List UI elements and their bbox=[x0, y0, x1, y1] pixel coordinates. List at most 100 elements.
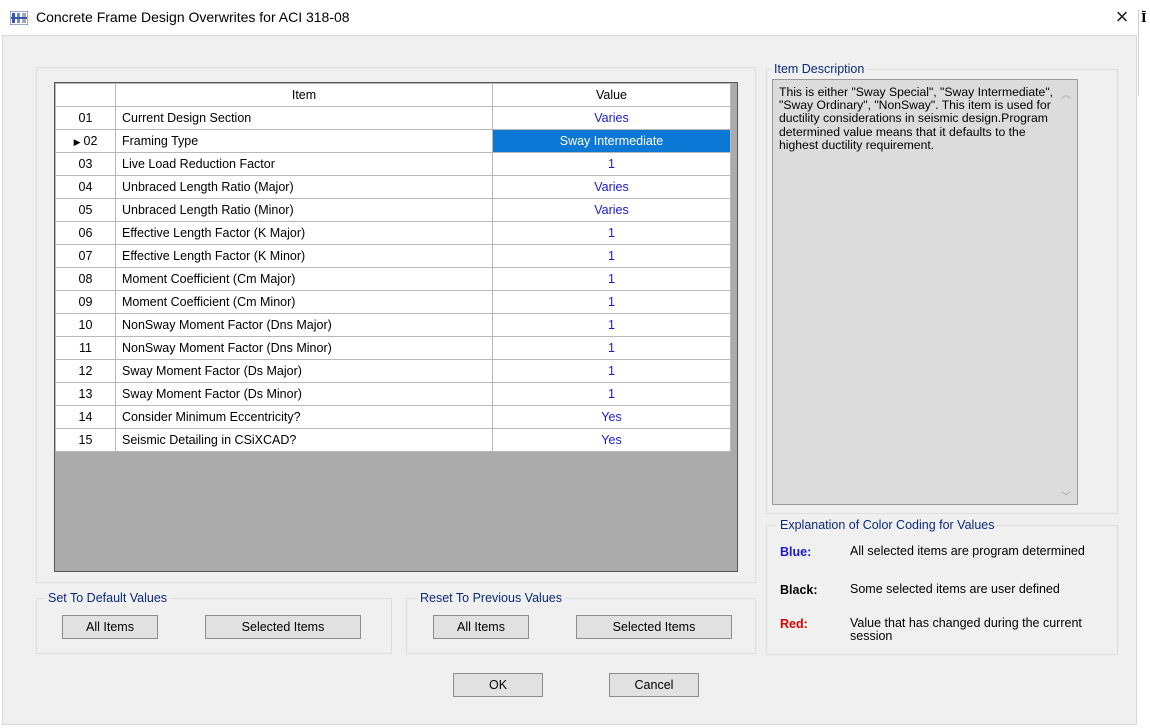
row-item: Framing Type bbox=[115, 129, 493, 153]
row-value[interactable]: 1 bbox=[492, 313, 731, 337]
row-value[interactable]: Varies bbox=[492, 106, 731, 130]
scroll-up-icon[interactable]: ︿ bbox=[1059, 86, 1073, 101]
legend-red-text: Value that has changed during the curren… bbox=[850, 616, 1082, 643]
overwrites-grid[interactable]: Item Value 01 Current Design Section Varie… bbox=[54, 82, 738, 572]
table-row[interactable]: 04 Unbraced Length Ratio (Major) Varies bbox=[55, 175, 731, 199]
row-number-text: 05 bbox=[78, 203, 93, 217]
row-item: Consider Minimum Eccentricity? bbox=[115, 405, 493, 429]
row-number-text: 09 bbox=[78, 295, 93, 309]
row-number: 09 bbox=[55, 290, 116, 314]
row-number-text: 10 bbox=[78, 318, 93, 332]
table-row[interactable]: 03 Live Load Reduction Factor 1 bbox=[55, 152, 731, 176]
table-row[interactable]: 08 Moment Coefficient (Cm Major) 1 bbox=[55, 267, 731, 291]
background-window-glyph: Ī bbox=[1141, 11, 1147, 25]
row-item: Effective Length Factor (K Major) bbox=[115, 221, 493, 245]
row-item: Sway Moment Factor (Ds Minor) bbox=[115, 382, 493, 406]
row-number-text: 12 bbox=[78, 364, 93, 378]
table-row[interactable]: 12 Sway Moment Factor (Ds Major) 1 bbox=[55, 359, 731, 383]
table-row[interactable]: 11 NonSway Moment Factor (Dns Minor) 1 bbox=[55, 336, 731, 360]
row-number: 13 bbox=[55, 382, 116, 406]
title-bar: Concrete Frame Design Overwrites for ACI… bbox=[0, 0, 1150, 34]
row-item: Moment Coefficient (Cm Major) bbox=[115, 267, 493, 291]
row-number: 08 bbox=[55, 267, 116, 291]
row-item: Effective Length Factor (K Minor) bbox=[115, 244, 493, 268]
scroll-down-icon[interactable]: ﹀ bbox=[1059, 488, 1073, 503]
header-item: Item bbox=[115, 83, 493, 107]
row-number: ▶ 02 bbox=[55, 129, 116, 153]
default-all-items-button[interactable]: All Items bbox=[62, 615, 158, 639]
row-value[interactable]: 1 bbox=[492, 382, 731, 406]
row-value[interactable]: Yes bbox=[492, 428, 731, 452]
row-value[interactable]: Yes bbox=[492, 405, 731, 429]
row-value[interactable]: 1 bbox=[492, 290, 731, 314]
table-row[interactable]: 15 Seismic Detailing in CSiXCAD? Yes bbox=[55, 428, 731, 452]
row-number-text: 03 bbox=[78, 157, 93, 171]
header-value: Value bbox=[492, 83, 731, 107]
item-description-label: Item Description bbox=[771, 62, 868, 76]
row-item: Seismic Detailing in CSiXCAD? bbox=[115, 428, 493, 452]
table-row[interactable]: 13 Sway Moment Factor (Ds Minor) 1 bbox=[55, 382, 731, 406]
row-value[interactable]: 1 bbox=[492, 267, 731, 291]
row-value[interactable]: Sway Intermediate bbox=[492, 129, 731, 153]
legend-blue-key: Blue: bbox=[780, 545, 812, 559]
table-row[interactable]: 05 Unbraced Length Ratio (Minor) Varies bbox=[55, 198, 731, 222]
item-description-text: This is either "Sway Special", "Sway Int… bbox=[779, 85, 1054, 152]
table-row[interactable]: 10 NonSway Moment Factor (Dns Major) 1 bbox=[55, 313, 731, 337]
row-number-text: 04 bbox=[78, 180, 93, 194]
row-item: Unbraced Length Ratio (Minor) bbox=[115, 198, 493, 222]
app-icon bbox=[10, 11, 28, 25]
row-number-text: 13 bbox=[78, 387, 93, 401]
row-number: 06 bbox=[55, 221, 116, 245]
cancel-button[interactable]: Cancel bbox=[609, 673, 699, 697]
row-value[interactable]: 1 bbox=[492, 359, 731, 383]
window-title: Concrete Frame Design Overwrites for ACI… bbox=[36, 9, 350, 25]
row-number-text: 01 bbox=[78, 111, 93, 125]
legend-black-key: Black: bbox=[780, 583, 818, 597]
table-row[interactable]: 01 Current Design Section Varies bbox=[55, 106, 731, 130]
item-description-box: This is either "Sway Special", "Sway Int… bbox=[772, 79, 1078, 505]
row-number-text: 11 bbox=[79, 341, 92, 355]
grid-header-row: Item Value bbox=[55, 83, 731, 107]
row-item: Sway Moment Factor (Ds Major) bbox=[115, 359, 493, 383]
reset-selected-items-button[interactable]: Selected Items bbox=[576, 615, 732, 639]
table-row[interactable]: 07 Effective Length Factor (K Minor) 1 bbox=[55, 244, 731, 268]
legend-blue-text: All selected items are program determine… bbox=[850, 544, 1085, 558]
reset-previous-label: Reset To Previous Values bbox=[417, 591, 565, 605]
row-number-text: 14 bbox=[78, 410, 93, 424]
row-number: 10 bbox=[55, 313, 116, 337]
legend-red-key: Red: bbox=[780, 617, 808, 631]
row-number-text: 06 bbox=[78, 226, 93, 240]
row-number: 04 bbox=[55, 175, 116, 199]
row-number-text: 08 bbox=[78, 272, 93, 286]
reset-all-items-button[interactable]: All Items bbox=[433, 615, 529, 639]
row-number: 14 bbox=[55, 405, 116, 429]
row-number: 03 bbox=[55, 152, 116, 176]
row-item: Current Design Section bbox=[115, 106, 493, 130]
row-number: 07 bbox=[55, 244, 116, 268]
grid-body: 01 Current Design Section Varies ▶ 02 Framing… bbox=[55, 106, 731, 452]
row-value[interactable]: 1 bbox=[492, 244, 731, 268]
row-number: 12 bbox=[55, 359, 116, 383]
row-value[interactable]: 1 bbox=[492, 152, 731, 176]
row-item: Moment Coefficient (Cm Minor) bbox=[115, 290, 493, 314]
row-item: NonSway Moment Factor (Dns Major) bbox=[115, 313, 493, 337]
row-item: Live Load Reduction Factor bbox=[115, 152, 493, 176]
table-row[interactable]: 09 Moment Coefficient (Cm Minor) 1 bbox=[55, 290, 731, 314]
row-number: 01 bbox=[55, 106, 116, 130]
ok-button[interactable]: OK bbox=[453, 673, 543, 697]
table-row[interactable]: 06 Effective Length Factor (K Major) 1 bbox=[55, 221, 731, 245]
table-row[interactable]: ▶ 02 Framing Type Sway Intermediate bbox=[55, 129, 731, 153]
default-selected-items-button[interactable]: Selected Items bbox=[205, 615, 361, 639]
row-value[interactable]: 1 bbox=[492, 336, 731, 360]
row-value[interactable]: Varies bbox=[492, 198, 731, 222]
header-num bbox=[55, 83, 116, 107]
table-row[interactable]: 14 Consider Minimum Eccentricity? Yes bbox=[55, 405, 731, 429]
color-coding-label: Explanation of Color Coding for Values bbox=[777, 518, 998, 532]
row-value[interactable]: Varies bbox=[492, 175, 731, 199]
row-number-text: 07 bbox=[78, 249, 93, 263]
row-item: NonSway Moment Factor (Dns Minor) bbox=[115, 336, 493, 360]
overwrites-table: Item Value 01 Current Design Section Varie… bbox=[55, 83, 731, 452]
row-value[interactable]: 1 bbox=[492, 221, 731, 245]
row-pointer-icon: ▶ bbox=[73, 137, 81, 147]
close-icon[interactable]: × bbox=[1110, 4, 1134, 30]
